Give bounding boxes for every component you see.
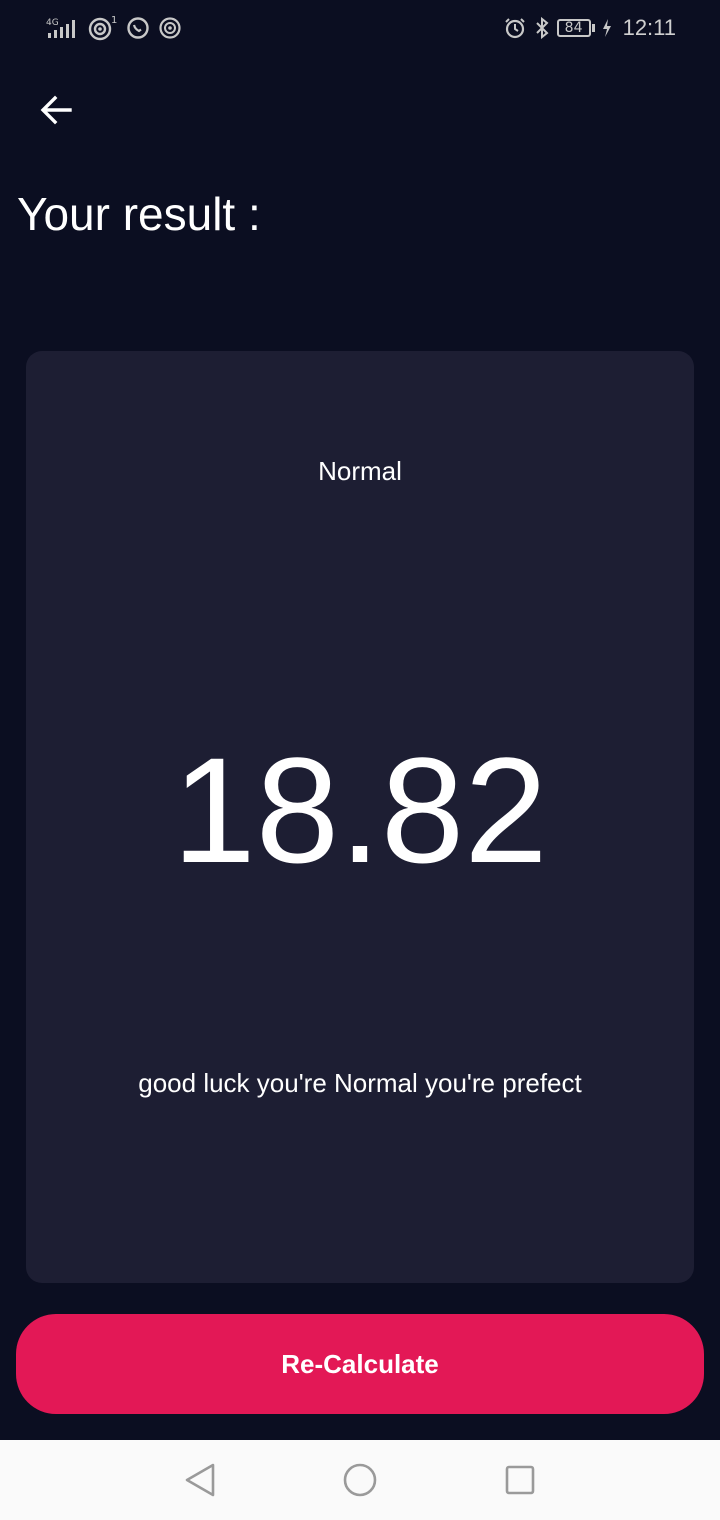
clock: 12:11 <box>622 15 676 40</box>
signal-icon: 4G <box>46 16 80 40</box>
triangle-back-icon <box>185 1463 215 1497</box>
whatsapp-icon <box>126 16 150 40</box>
back-button[interactable] <box>28 82 84 138</box>
nav-home-button[interactable] <box>338 1458 382 1502</box>
status-bar-right: 84 12:11 <box>503 12 676 44</box>
battery-icon: 84 <box>556 19 595 37</box>
svg-text:1: 1 <box>111 15 117 26</box>
system-nav-bar <box>0 1440 720 1520</box>
battery-level: 84 <box>556 19 591 37</box>
arrow-left-icon <box>40 95 72 125</box>
nfc-icon <box>158 16 182 40</box>
square-recents-icon <box>505 1465 535 1495</box>
nav-recents-button[interactable] <box>498 1458 542 1502</box>
bluetooth-icon <box>533 16 551 40</box>
nav-back-button[interactable] <box>178 1458 222 1502</box>
bmi-category: Normal <box>318 456 402 486</box>
svg-text:4G: 4G <box>46 18 59 28</box>
charging-icon <box>601 16 613 40</box>
status-bar: 4G 1 84 12:11 <box>0 0 720 56</box>
recalculate-button[interactable]: Re-Calculate <box>16 1314 704 1414</box>
status-bar-left: 4G 1 <box>46 12 182 44</box>
circle-home-icon <box>343 1463 377 1497</box>
hotspot-icon: 1 <box>88 15 118 41</box>
advice-text: good luck you're Normal you're prefect <box>138 1068 582 1098</box>
page-title: Your result : <box>17 188 261 240</box>
alarm-icon <box>503 16 527 40</box>
bmi-value: 18.82 <box>172 726 548 894</box>
